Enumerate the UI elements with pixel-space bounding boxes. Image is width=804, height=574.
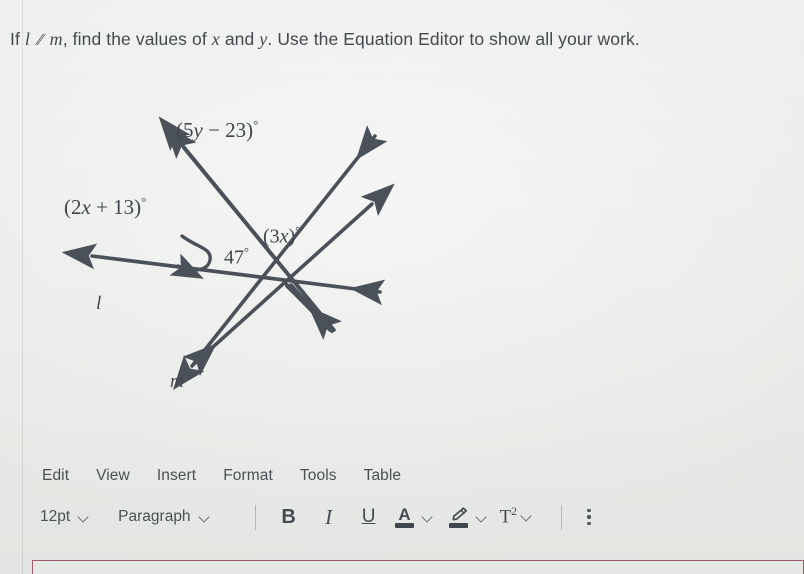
kebab-dot (587, 521, 591, 525)
editor-text-area[interactable] (32, 560, 804, 574)
parallel-symbol: ∕∕ (37, 30, 43, 49)
menu-table[interactable]: Table (364, 467, 402, 485)
transversal-line-b (172, 125, 388, 390)
block-format-select[interactable]: Paragraph (118, 508, 210, 526)
italic-button[interactable]: I (312, 502, 346, 532)
prompt-line-l: l (24, 29, 31, 49)
chevron-down-icon (200, 512, 211, 523)
superscript-glyph: T (499, 506, 512, 528)
prompt-var-x: x (211, 29, 220, 49)
text-color-glyph: A (398, 504, 411, 524)
chevron-down-icon[interactable] (423, 512, 434, 523)
menu-view[interactable]: View (96, 467, 130, 485)
kebab-dot (587, 515, 591, 519)
ray-up-left-5y (158, 116, 334, 330)
font-size-value: 12pt (40, 508, 71, 525)
menu-edit[interactable]: Edit (42, 467, 69, 485)
text-color-control[interactable]: A (392, 504, 434, 528)
menu-insert[interactable]: Insert (157, 467, 196, 485)
toolbar-divider-2 (561, 504, 563, 530)
angle-label-47: 47° (224, 245, 249, 269)
prompt-mid: , find the values of (62, 29, 207, 49)
highlighter-icon[interactable] (446, 506, 472, 528)
figure-svg (61, 116, 395, 390)
prompt-line-m: m (49, 29, 63, 49)
prompt-tail: . Use the Equation Editor to show all yo… (267, 29, 640, 49)
superscript-control[interactable]: T2 (500, 505, 534, 528)
angle-label-3x: (3x)° (263, 224, 301, 248)
editor-toolbar: 12pt Paragraph B I U A T2 (0, 496, 804, 538)
block-format-value: Paragraph (118, 508, 191, 525)
equation-editor: Edit View Insert Format Tools Table 12pt… (0, 460, 804, 574)
highlight-color-swatch (449, 522, 469, 528)
chevron-down-icon (79, 512, 90, 523)
callout-curved-arrow (169, 234, 212, 279)
prompt-lead: If (10, 29, 20, 49)
superscript-exponent: 2 (511, 505, 518, 519)
font-size-select[interactable]: 12pt (40, 508, 90, 526)
text-color-swatch (395, 522, 415, 528)
superscript-icon[interactable]: T2 (500, 505, 518, 528)
ray-down-right (285, 283, 342, 340)
chevron-down-icon[interactable] (477, 512, 488, 523)
angle-label-2x-plus-13: (2x + 13)° (64, 194, 147, 219)
geometry-figure: (5y − 23)° (2x + 13)° (3x)° 47° l m (60, 96, 460, 416)
prompt-and: and (224, 29, 255, 49)
menu-format[interactable]: Format (223, 467, 273, 485)
question-prompt: If l ∕∕ m, find the values of x and y. U… (10, 28, 800, 51)
highlight-color-control[interactable] (446, 506, 488, 528)
line-label-l: l (96, 293, 102, 314)
line-label-m: m (170, 371, 184, 392)
text-color-icon[interactable]: A (392, 504, 418, 528)
editor-menubar: Edit View Insert Format Tools Table (0, 460, 804, 492)
more-options-button[interactable] (578, 504, 600, 530)
highlighter-pen-icon (452, 506, 467, 520)
angle-label-5y-minus-23: (5y − 23)° (176, 117, 259, 142)
bold-button[interactable]: B (272, 502, 306, 532)
kebab-dot (587, 509, 591, 513)
chevron-down-icon[interactable] (522, 511, 533, 522)
menu-tools[interactable]: Tools (300, 467, 337, 485)
underline-button[interactable]: U (352, 502, 386, 532)
toolbar-divider (254, 504, 256, 530)
